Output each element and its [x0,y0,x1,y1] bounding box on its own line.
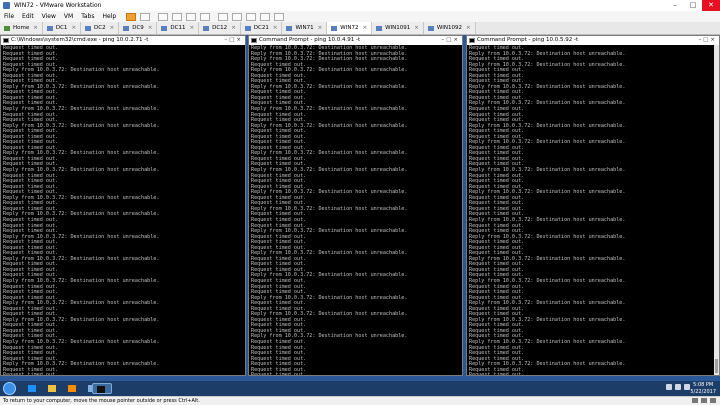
send-ctrl-alt-del-icon[interactable] [158,12,169,21]
vm-icon [376,25,383,31]
vm-icon [161,25,168,31]
console-output: Reply from 10.0.3.72: Destination host u… [251,45,408,376]
vm-tab-bar: Home × DC1 × DC2 × DC9 × DC11 × DC12 × DC21 × W… [0,22,720,35]
menu-edit[interactable]: Edit [18,11,38,22]
vmware-icon [3,2,10,9]
tab-dc2[interactable]: DC2 × [81,22,120,34]
console-output: Request timed out. Reply from 10.0.3.72:… [469,45,626,376]
tab-win72[interactable]: WIN72 × [327,22,373,34]
cmd-window-3[interactable]: Command Prompt - ping 10.0.5.92 -t –□× Re… [466,35,720,376]
hdd-icon[interactable] [692,398,698,403]
revert-snapshot-icon[interactable] [186,12,197,21]
vm-icon [286,25,293,31]
tab-win1092[interactable]: WIN1092 × [423,22,476,34]
library-icon[interactable] [218,12,229,21]
media-player-icon [68,385,76,392]
network-icon[interactable] [675,384,681,390]
cmd-window-2[interactable]: Command Prompt - ping 10.0.4.91 -t –□× Re… [248,35,463,376]
volume-icon[interactable] [684,384,690,390]
folder-icon [48,385,56,392]
close-tab-icon[interactable]: × [273,22,278,34]
start-button[interactable] [3,382,16,395]
clock[interactable]: 5:08 PM 5/22/2017 [690,382,716,395]
pause-icon[interactable] [126,12,137,21]
scrollbar-thumb[interactable] [715,359,718,373]
fullscreen-icon[interactable] [246,12,257,21]
status-text: To return to your computer, move the mou… [3,398,200,404]
tab-win71[interactable]: WIN71 × [282,22,328,34]
snapshot-manager-icon[interactable] [200,12,211,21]
cmd-window-controls[interactable]: –□× [441,36,462,45]
menu-view[interactable]: View [38,11,60,22]
menu-vm[interactable]: VM [60,11,77,22]
vm-desktop[interactable]: C:\Windows\system32\cmd.exe - ping 10.0.… [0,35,720,381]
guest-taskbar: 5:08 PM 5/22/2017 [0,381,720,396]
tab-dc12[interactable]: DC12 × [199,22,241,34]
display-icon[interactable] [710,398,716,403]
window-title: WIN72 - VMware Workstation [14,2,102,9]
device-icons [689,398,716,403]
close-tab-icon[interactable]: × [33,22,38,34]
vm-icon [123,25,130,31]
close-button[interactable]: ✕ [702,0,720,11]
flag-icon[interactable] [666,384,672,390]
close-tab-icon[interactable]: × [148,22,153,34]
taskbar-cmd-button[interactable] [92,383,112,394]
vertical-scrollbar[interactable] [714,45,719,375]
close-tab-icon[interactable]: × [318,22,323,34]
cmd-window-1[interactable]: C:\Windows\system32\cmd.exe - ping 10.0.… [0,35,246,376]
menu-tabs[interactable]: Tabs [77,11,98,22]
unity-icon[interactable] [260,12,271,21]
close-tab-icon[interactable]: × [414,22,419,34]
close-tab-icon[interactable]: × [466,22,471,34]
cmd-icon [97,386,105,393]
thumbnail-icon[interactable] [232,12,243,21]
taskbar-media-player-button[interactable] [64,383,80,394]
power-dropdown-icon[interactable] [140,12,151,21]
console-output: Request timed out. Request timed out. Re… [3,45,160,376]
maximize-button[interactable]: □ [684,0,702,11]
vm-icon [244,25,251,31]
snapshot-icon[interactable] [172,12,183,21]
vm-icon [203,25,210,31]
vmware-status-bar: To return to your computer, move the mou… [0,396,720,404]
close-tab-icon[interactable]: × [231,22,236,34]
home-icon [4,25,10,31]
minimize-button[interactable]: – [666,0,684,11]
vm-icon [85,25,92,31]
cmd-window-title: Command Prompt - ping 10.0.4.91 -t –□× [249,36,462,45]
tab-win1091[interactable]: WIN1091 × [372,22,424,34]
tab-home[interactable]: Home × [0,22,43,34]
close-tab-icon[interactable]: × [71,22,76,34]
vm-icon [427,25,434,31]
taskbar-ie-button[interactable] [24,383,40,394]
close-tab-icon[interactable]: × [362,22,367,34]
tab-dc11[interactable]: DC11 × [157,22,200,34]
window-controls: – □ ✕ [666,0,720,11]
vm-icon [46,25,53,31]
menu-help[interactable]: Help [99,11,121,22]
menu-bar: File Edit View VM Tabs Help [0,11,720,22]
tab-dc21[interactable]: DC21 × [240,22,283,34]
cmd-window-title: Command Prompt - ping 10.0.5.92 -t –□× [467,36,719,45]
ie-icon [28,385,36,392]
window-titlebar: WIN72 - VMware Workstation – □ ✕ [0,0,720,11]
cmd-window-title: C:\Windows\system32\cmd.exe - ping 10.0.… [1,36,245,45]
vm-icon [331,25,338,31]
close-tab-icon[interactable]: × [110,22,115,34]
console-view-icon[interactable] [274,12,285,21]
taskbar-explorer-button[interactable] [44,383,60,394]
network-adapter-icon[interactable] [701,398,707,403]
cmd-window-controls[interactable]: –□× [224,36,245,45]
system-tray [663,384,690,390]
menu-file[interactable]: File [0,11,18,22]
cmd-window-controls[interactable]: –□× [698,36,719,45]
tab-dc9[interactable]: DC9 × [119,22,158,34]
close-tab-icon[interactable]: × [190,22,195,34]
tab-dc1[interactable]: DC1 × [42,22,82,34]
